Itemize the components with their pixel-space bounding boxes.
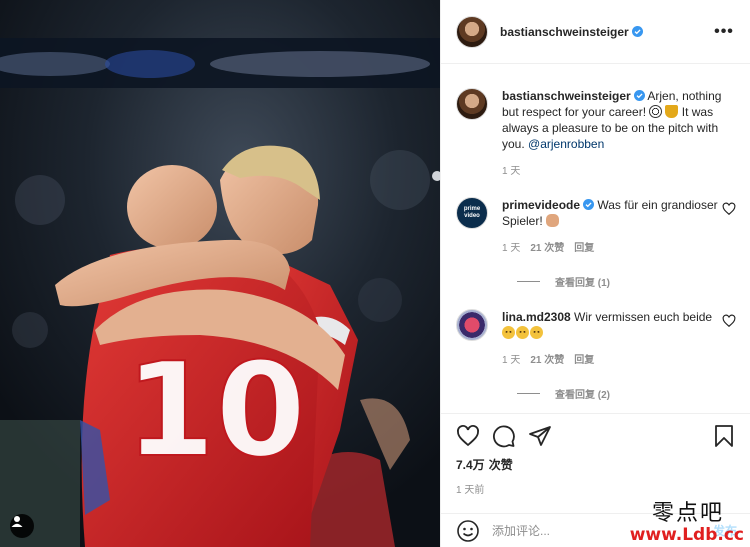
like-count-value: 7.4万 [456,458,485,472]
view-replies-button[interactable]: 查看回复 (1) [517,274,736,289]
like-count-suffix: 次赞 [488,458,513,472]
post-photo[interactable]: 10 10 [0,0,440,547]
author-avatar[interactable] [456,15,488,48]
view-replies-label: 查看回复 (1) [555,278,610,289]
caption: bastianschweinsteiger Arjen, nothing but… [456,64,736,180]
comment-bubble-icon[interactable] [492,424,516,448]
comment-likes[interactable]: 21 次赞 [530,353,564,369]
caption-time[interactable]: 1 天 [502,164,520,180]
comment-item: prime video primevideode Was für ein gra… [456,180,736,257]
post-header: bastianschweinsteiger ••• [441,0,750,64]
sad-face-icon [530,326,543,339]
caption-mention-link[interactable]: @arjenrobben [528,137,604,151]
comment-body: primevideode Was für ein grandioser Spie… [502,197,722,257]
verified-badge-icon [583,199,595,210]
save-bookmark-icon[interactable] [712,424,736,448]
post-time[interactable]: 1 天前 [456,481,736,496]
post-comment-button[interactable]: 发布 [713,522,737,539]
comment-time[interactable]: 1 天 [502,353,520,369]
caption-meta: 1 天 [502,164,736,180]
sad-face-icon [502,326,515,339]
verified-badge-icon [631,25,643,37]
post-side-panel: bastianschweinsteiger ••• bastianschwein… [440,0,750,547]
more-icon: ••• [714,22,734,40]
comment-item: lina.md2308 Wir vermissen euch beide 1 天… [456,289,736,369]
caption-avatar[interactable] [456,88,488,120]
clapping-hands-icon [546,214,560,227]
reply-button[interactable]: 回复 [574,241,594,257]
replies-line [517,393,540,394]
caption-username[interactable]: bastianschweinsteiger [502,89,631,103]
post-actions: 7.4万 次赞 1 天前 [441,413,750,513]
comment-like-heart-icon[interactable] [722,314,736,328]
soccer-ball-icon [649,105,663,118]
comment-meta: 1 天 21 次赞 回复 [502,241,722,257]
comment-likes[interactable]: 21 次赞 [530,241,564,257]
view-replies-label: 查看回复 (2) [555,390,610,401]
comment-username[interactable]: primevideode [502,198,580,212]
comment-like-heart-icon[interactable] [722,202,736,216]
comment-avatar[interactable] [456,309,488,341]
avatar-text-video: video [464,213,480,219]
replies-line [517,281,540,282]
comment-meta: 1 天 21 次赞 回复 [502,353,722,369]
user-tag-button[interactable] [10,514,34,538]
reply-button[interactable]: 回复 [574,353,594,369]
comment-body: lina.md2308 Wir vermissen euch beide 1 天… [502,309,722,369]
like-count[interactable]: 7.4万 次赞 [456,456,736,473]
post-photo-artwork: 10 10 [0,0,440,547]
view-replies-button[interactable]: 查看回复 (2) [517,386,736,401]
verified-badge-icon [633,90,645,101]
share-paper-plane-icon[interactable] [528,424,552,448]
author-username[interactable]: bastianschweinsteiger [500,25,629,39]
emoji-smile-icon[interactable] [456,519,480,543]
comment-text: Wir vermissen euch beide [574,310,713,324]
comments-list[interactable]: bastianschweinsteiger Arjen, nothing but… [441,64,750,413]
caption-body: bastianschweinsteiger Arjen, nothing but… [502,88,736,180]
trophy-icon [665,105,679,118]
avatar-text-prime: prime [463,206,481,212]
more-options-button[interactable]: ••• [712,20,736,44]
user-tag-icon [11,516,23,527]
sad-face-icon [516,326,529,339]
like-heart-icon[interactable] [456,424,480,448]
add-comment-bar: 发布 [441,513,750,547]
comment-username[interactable]: lina.md2308 [502,310,571,324]
author-name-wrap: bastianschweinsteiger [500,25,712,39]
svg-text:10: 10 [125,334,306,486]
comment-avatar[interactable]: prime video [456,197,488,229]
comment-input[interactable] [492,523,713,538]
action-icons [456,424,736,448]
comment-time[interactable]: 1 天 [502,241,520,257]
